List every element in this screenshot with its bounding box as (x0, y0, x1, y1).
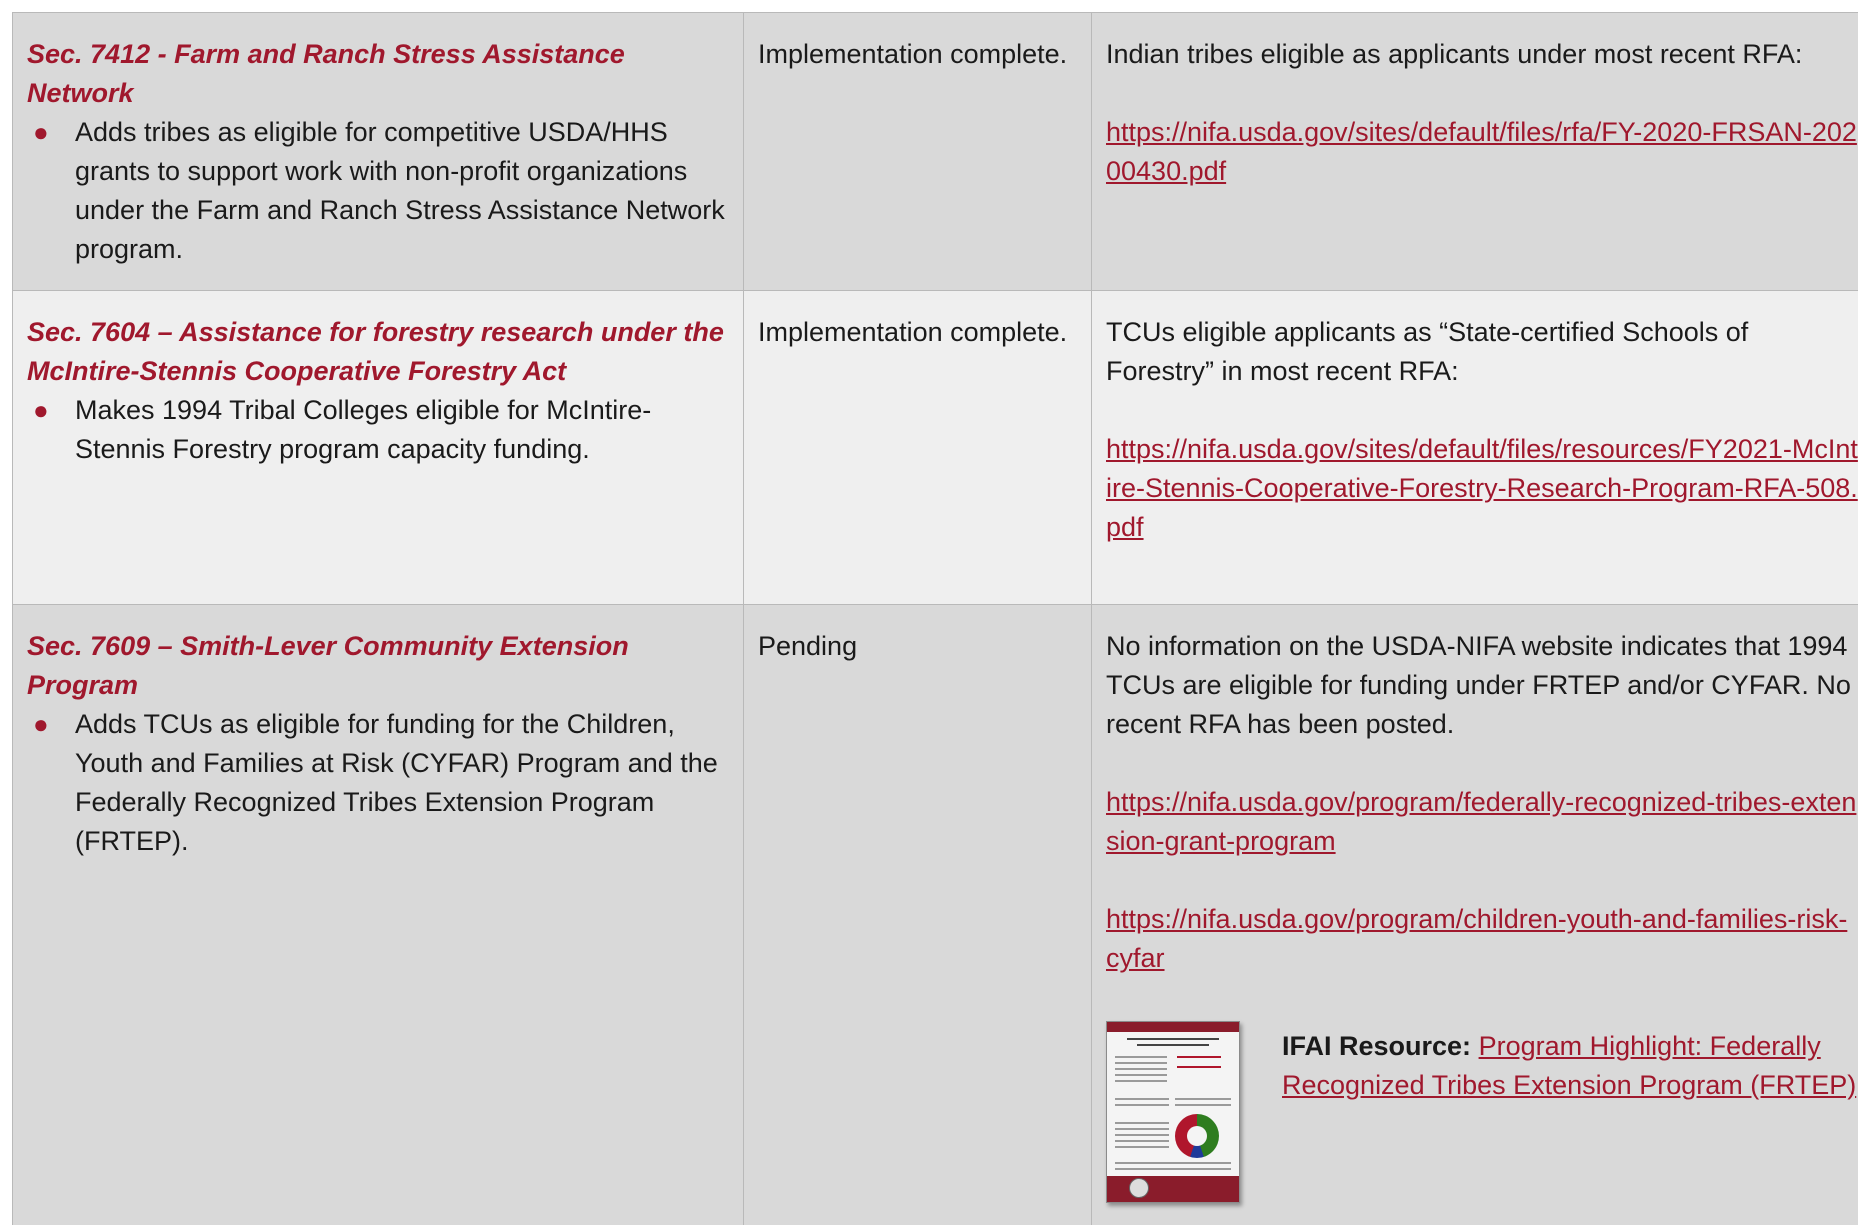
cyfar-link[interactable]: https://nifa.usda.gov/program/children-y… (1106, 904, 1847, 973)
status-cell: Implementation complete. (744, 291, 1092, 604)
bullet-icon: ● (33, 709, 49, 739)
notes-cell: No information on the USDA-NIFA website … (1092, 605, 1858, 1225)
notes-cell: Indian tribes eligible as applicants und… (1092, 13, 1858, 290)
notes-cell: TCUs eligible applicants as “State-certi… (1092, 291, 1858, 604)
provision-cell: Sec. 7604 – Assistance for forestry rese… (13, 291, 744, 604)
provision-text: Adds tribes as eligible for competitive … (75, 117, 725, 264)
provision-list: ● Adds tribes as eligible for competitive… (27, 113, 729, 269)
section-title: Sec. 7604 – Assistance for forestry rese… (27, 317, 724, 386)
status-text: Pending (758, 631, 858, 661)
provision-cell: Sec. 7609 – Smith-Lever Community Extens… (13, 605, 744, 1225)
table-row: Sec. 7604 – Assistance for forestry rese… (13, 291, 1858, 605)
resource-label: IFAI Resource: (1282, 1031, 1472, 1061)
rfa-link[interactable]: https://nifa.usda.gov/sites/default/file… (1106, 434, 1858, 542)
table-row: Sec. 7609 – Smith-Lever Community Extens… (13, 605, 1858, 1225)
status-cell: Pending (744, 605, 1092, 1225)
provision-list: ● Makes 1994 Tribal Colleges eligible for… (27, 391, 729, 469)
table-row: Sec. 7412 - Farm and Ranch Stress Assist… (13, 13, 1858, 291)
ifai-resource: IFAI Resource: Program Highlight: Federa… (1106, 1017, 1858, 1203)
provisions-table: Sec. 7412 - Farm and Ranch Stress Assist… (12, 12, 1858, 1225)
list-item: ● Adds tribes as eligible for competitive… (33, 113, 729, 269)
bullet-icon: ● (33, 395, 49, 425)
notes-text: Indian tribes eligible as applicants und… (1106, 39, 1803, 69)
notes-text: TCUs eligible applicants as “State-certi… (1106, 317, 1749, 386)
status-cell: Implementation complete. (744, 13, 1092, 290)
provision-cell: Sec. 7412 - Farm and Ranch Stress Assist… (13, 13, 744, 290)
rfa-link[interactable]: https://nifa.usda.gov/sites/default/file… (1106, 117, 1857, 186)
section-title: Sec. 7412 - Farm and Ranch Stress Assist… (27, 39, 625, 108)
resource-caption: IFAI Resource: Program Highlight: Federa… (1282, 1017, 1858, 1105)
list-item: ● Adds TCUs as eligible for funding for t… (33, 705, 729, 861)
bullet-icon: ● (33, 117, 49, 147)
provision-list: ● Adds TCUs as eligible for funding for t… (27, 705, 729, 861)
status-text: Implementation complete. (758, 317, 1068, 347)
section-title: Sec. 7609 – Smith-Lever Community Extens… (27, 631, 629, 700)
notes-text: No information on the USDA-NIFA website … (1106, 631, 1851, 739)
frtep-link[interactable]: https://nifa.usda.gov/program/federally-… (1106, 787, 1856, 856)
status-text: Implementation complete. (758, 39, 1068, 69)
list-item: ● Makes 1994 Tribal Colleges eligible for… (33, 391, 729, 469)
resource-thumbnail[interactable] (1106, 1021, 1240, 1203)
provision-text: Makes 1994 Tribal Colleges eligible for … (75, 395, 652, 464)
provision-text: Adds TCUs as eligible for funding for th… (75, 709, 718, 856)
